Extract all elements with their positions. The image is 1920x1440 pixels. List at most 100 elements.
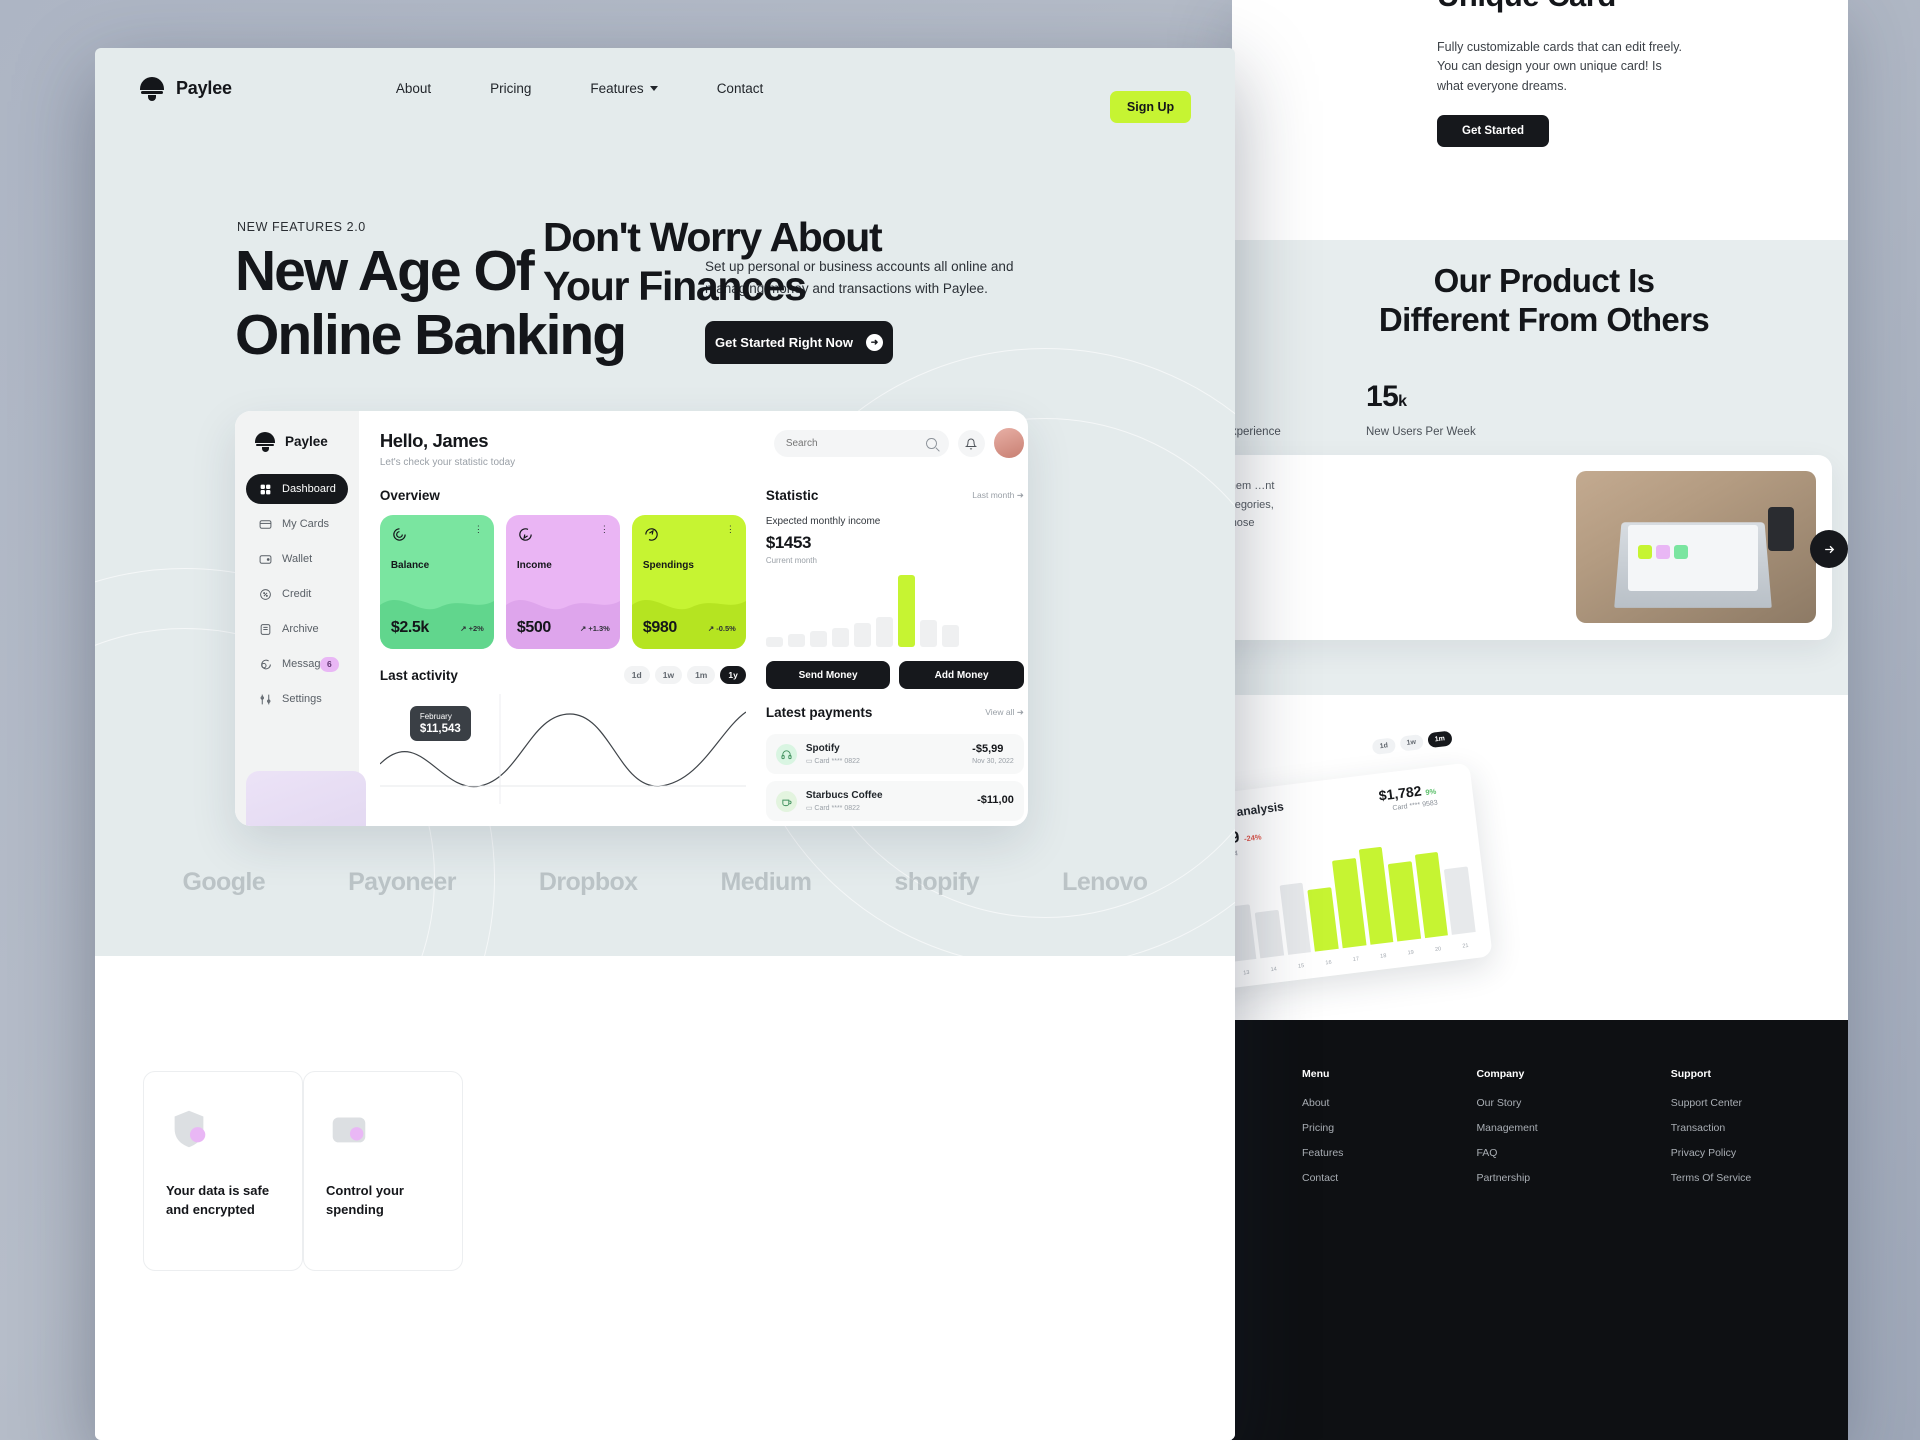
footer-link[interactable]: Terms Of Service xyxy=(1671,1172,1752,1184)
overview-card-value: $980 xyxy=(642,619,677,636)
footer-link[interactable]: Our Story xyxy=(1476,1097,1537,1109)
sign-up-button[interactable]: Sign Up xyxy=(1110,91,1191,123)
overview-card-income[interactable]: ⋮ Income $500 ↗ +1.3% xyxy=(505,515,620,649)
overview-card-value: $2.5k xyxy=(390,619,429,636)
footer-link[interactable]: Privacy Policy xyxy=(1671,1147,1752,1159)
nav-link-contact[interactable]: Contact xyxy=(717,81,764,96)
footer-axis-tick: 14 xyxy=(1270,966,1278,974)
activity-title: Last activity xyxy=(379,667,458,683)
footer-axis-tick: 13 xyxy=(1243,969,1250,977)
send-money-button[interactable]: Send Money xyxy=(765,661,891,689)
footer-link[interactable]: Transaction xyxy=(1671,1122,1752,1134)
range-pill-1w[interactable]: 1w xyxy=(1398,733,1424,752)
overview-card-balance[interactable]: ⋮ Balance $2.5k ↗ +2% xyxy=(379,515,494,649)
chart-change: -24% xyxy=(1243,832,1262,844)
expected-income-sub: Current month xyxy=(765,556,817,565)
search-icon xyxy=(926,438,937,449)
greeting-subtitle: Let's check your statistic today xyxy=(379,457,516,468)
get-started-button[interactable]: Get Started xyxy=(1437,115,1549,147)
sidebar-item-dashboard[interactable]: Dashboard xyxy=(246,474,348,504)
product-title: Our Product Is Different From Others xyxy=(1244,262,1844,340)
brand-logo[interactable]: Paylee xyxy=(139,75,232,101)
card-menu-icon[interactable]: ⋮ xyxy=(474,525,484,534)
hero-cta-button[interactable]: Get Started Right Now ➜ xyxy=(705,321,893,364)
chevron-down-icon xyxy=(649,85,658,91)
footer-column-heading: Support xyxy=(1670,1068,1711,1080)
stat-bar xyxy=(765,636,783,647)
payment-row[interactable]: Starbucs Coffee ▭ Card **** 0822 -$11,00 xyxy=(765,781,1024,821)
overview-card-spendings[interactable]: ⋮ Spendings $980 ↗ -0.5% xyxy=(631,515,746,649)
search-box[interactable] xyxy=(773,430,949,457)
stat-label: Years Experience xyxy=(1232,426,1281,438)
search-input[interactable] xyxy=(785,438,927,449)
background-landing-page: Debit Card Debit Card Debit Card 9382 37… xyxy=(1232,0,1848,1440)
activity-range-1d[interactable]: 1d xyxy=(623,666,650,684)
footer-link[interactable]: Management xyxy=(1476,1122,1537,1134)
dashboard-sidebar: Paylee Dashboard My Cards Wallet Credit … xyxy=(235,411,366,826)
hero-cta-label: Get Started Right Now xyxy=(715,335,853,350)
footer-link[interactable]: Pricing xyxy=(1302,1122,1343,1134)
overview-card-value: $500 xyxy=(516,619,551,636)
testimonial-text: …redibly! …racks your expenses and place… xyxy=(1232,480,1275,530)
activity-range-1m[interactable]: 1m xyxy=(687,666,716,684)
footer-link[interactable]: About xyxy=(1302,1097,1343,1109)
payments-title: Latest payments xyxy=(765,705,873,720)
footer-link[interactable]: Partnership xyxy=(1476,1172,1537,1184)
feature-cards: Your data is safe and encrypted Control … xyxy=(143,1071,463,1271)
tooltip-value: $11,543 xyxy=(419,723,461,735)
sidebar-item-label: Archive xyxy=(282,623,319,635)
overview-card-change: ↗ -0.5% xyxy=(707,624,736,633)
footer-bar xyxy=(1254,909,1284,959)
sidebar-item-label: Dashboard xyxy=(282,483,336,495)
range-pill-1d[interactable]: 1d xyxy=(1371,737,1396,755)
sidebar-item-messages[interactable]: Messages 6 xyxy=(246,649,348,679)
headphones-icon xyxy=(775,743,797,765)
main-landing-page: Paylee About Pricing Features Contact Si… xyxy=(95,48,1235,1440)
footer-link[interactable]: Contact xyxy=(1302,1172,1343,1184)
add-money-button[interactable]: Add Money xyxy=(899,661,1024,689)
user-avatar[interactable] xyxy=(993,428,1024,458)
footer-bar xyxy=(1444,866,1476,935)
footer-axis-tick: 15 xyxy=(1297,963,1305,970)
overview-card-change: ↗ +1.3% xyxy=(579,624,610,633)
card-menu-icon[interactable]: ⋮ xyxy=(726,525,736,534)
footer-link[interactable]: Support Center xyxy=(1671,1097,1752,1109)
activity-range-1y[interactable]: 1y xyxy=(720,666,746,684)
unique-card-title: Unique Card xyxy=(1437,0,1616,14)
product-title-line2: Different From Others xyxy=(1378,300,1710,338)
nav-link-features[interactable]: Features xyxy=(590,81,658,96)
chart-tooltip: February $11,543 xyxy=(409,706,471,741)
nav-link-about[interactable]: About xyxy=(396,81,431,96)
footer-link[interactable]: FAQ xyxy=(1476,1147,1537,1159)
wallet-icon xyxy=(258,552,272,566)
range-pills: 1d 1w 1m xyxy=(1371,730,1453,755)
brand-logo-medium: Medium xyxy=(720,868,812,896)
range-pill-1m[interactable]: 1m xyxy=(1427,730,1453,749)
payments-view-all[interactable]: View all ➜ xyxy=(985,707,1024,718)
hero-title-line1: New Age Of xyxy=(235,239,535,303)
sidebar-item-label: My Cards xyxy=(282,518,330,530)
card-menu-icon[interactable]: ⋮ xyxy=(600,525,610,534)
sidebar-item-archive[interactable]: Archive xyxy=(246,614,348,644)
activity-range-1w[interactable]: 1w xyxy=(654,666,683,684)
nav-links: About Pricing Features Contact xyxy=(396,81,763,96)
nav-link-pricing[interactable]: Pricing xyxy=(490,81,531,96)
notifications-button[interactable] xyxy=(957,430,985,457)
stat-bar xyxy=(831,627,849,647)
sidebar-item-settings[interactable]: Settings xyxy=(246,684,348,714)
dashboard-brand-name: Paylee xyxy=(285,434,328,449)
hero-title-line2: Online Banking xyxy=(235,302,627,367)
card-icon xyxy=(258,517,272,531)
payment-row[interactable]: Spotify ▭ Card **** 0822 -$5,99 Nov 30, 2… xyxy=(765,734,1024,774)
sidebar-item-wallet[interactable]: Wallet xyxy=(246,544,348,574)
carousel-next-button[interactable] xyxy=(1810,530,1848,568)
sidebar-item-my cards[interactable]: My Cards xyxy=(246,509,348,539)
statistic-period[interactable]: Last month ➜ xyxy=(972,490,1024,501)
statistic-title: Statistic xyxy=(765,488,819,503)
sidebar-item-credit[interactable]: Credit xyxy=(246,579,348,609)
footer-link[interactable]: Features xyxy=(1302,1147,1343,1159)
footer-column: Company Our Story Management FAQ Partnershi… xyxy=(1476,1068,1537,1197)
feature-title: Your data is safe and encrypted xyxy=(166,1183,270,1217)
income-arrow-icon xyxy=(517,528,534,547)
sidebar-promo-card xyxy=(246,771,366,826)
